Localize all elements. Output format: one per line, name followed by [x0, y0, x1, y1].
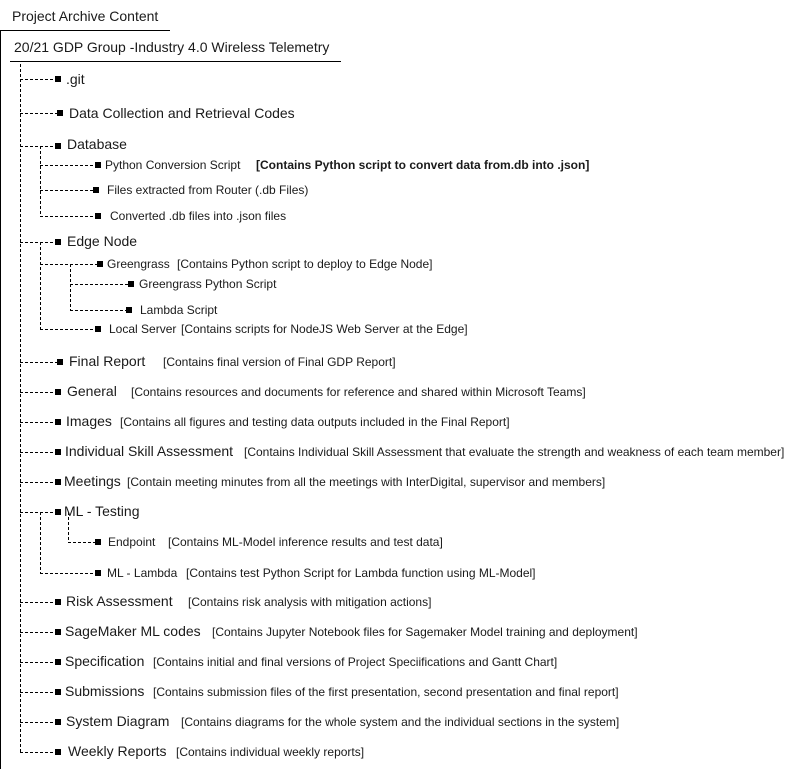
desc-local-server: [Contains scripts for NodeJS Web Server … [181, 322, 468, 336]
desc-meetings: [Contain meeting minutes from all the me… [127, 475, 606, 489]
archive-title: Project Archive Content [12, 8, 159, 24]
desc-weekly-reports: [Contains individual weekly reports] [176, 745, 365, 759]
node-images: Images [66, 413, 112, 429]
node-ml-testing: ML - Testing [64, 503, 140, 519]
node-data-collection: Data Collection and Retrieval Codes [69, 105, 295, 121]
node-greengrass: Greengrass [107, 257, 170, 271]
node-python-conversion: Python Conversion Script [105, 158, 241, 172]
desc-python-conversion: [Contains Python script to convert data … [256, 158, 590, 172]
desc-general: [Contains resources and documents for re… [131, 385, 586, 399]
desc-endpoint: [Contains ML-Model inference results and… [168, 535, 443, 549]
node-lambda-script: Lambda Script [140, 303, 218, 317]
node-ml-lambda: ML - Lambda [107, 566, 178, 580]
node-weekly-reports: Weekly Reports [68, 743, 167, 759]
node-endpoint: Endpoint [108, 535, 156, 549]
group-title: 20/21 GDP Group -Industry 4.0 Wireless T… [14, 39, 330, 55]
node-edge-node: Edge Node [67, 233, 138, 249]
node-system-diagram: System Diagram [66, 713, 170, 729]
node-greengrass-python: Greengrass Python Script [139, 277, 277, 291]
node-skill-assessment: Individual Skill Assessment [65, 443, 234, 459]
desc-ml-lambda: [Contains test Python Script for Lambda … [186, 566, 536, 580]
desc-sagemaker: [Contains Jupyter Notebook files for Sag… [212, 625, 638, 639]
desc-specification: [Contains initial and final versions of … [153, 655, 558, 669]
node-database: Database [67, 136, 127, 152]
desc-final-report: [Contains final version of Final GDP Rep… [163, 355, 396, 369]
desc-images: [Contains all figures and testing data o… [120, 415, 510, 429]
node-files-extracted: Files extracted from Router (.db Files) [107, 183, 309, 197]
node-git: .git [66, 71, 85, 87]
node-local-server: Local Server [109, 322, 177, 336]
desc-system-diagram: [Contains diagrams for the whole system … [181, 715, 620, 729]
node-specification: Specification [65, 653, 145, 669]
desc-skill-assessment: [Contains Individual Skill Assessment th… [244, 445, 785, 459]
node-final-report: Final Report [69, 353, 146, 369]
node-converted-files: Converted .db files into .json files [110, 209, 287, 223]
node-submissions: Submissions [65, 683, 145, 699]
node-sagemaker: SageMaker ML codes [65, 623, 201, 639]
desc-greengrass: [Contains Python script to deploy to Edg… [177, 257, 433, 271]
node-risk-assessment: Risk Assessment [66, 593, 173, 609]
node-general: General [67, 383, 117, 399]
node-meetings: Meetings [64, 473, 121, 489]
desc-risk-assessment: [Contains risk analysis with mitigation … [188, 595, 432, 609]
archive-tree-diagram: Project Archive Content 20/21 GDP Group … [0, 0, 791, 769]
desc-submissions: [Contains submission files of the first … [153, 685, 619, 699]
